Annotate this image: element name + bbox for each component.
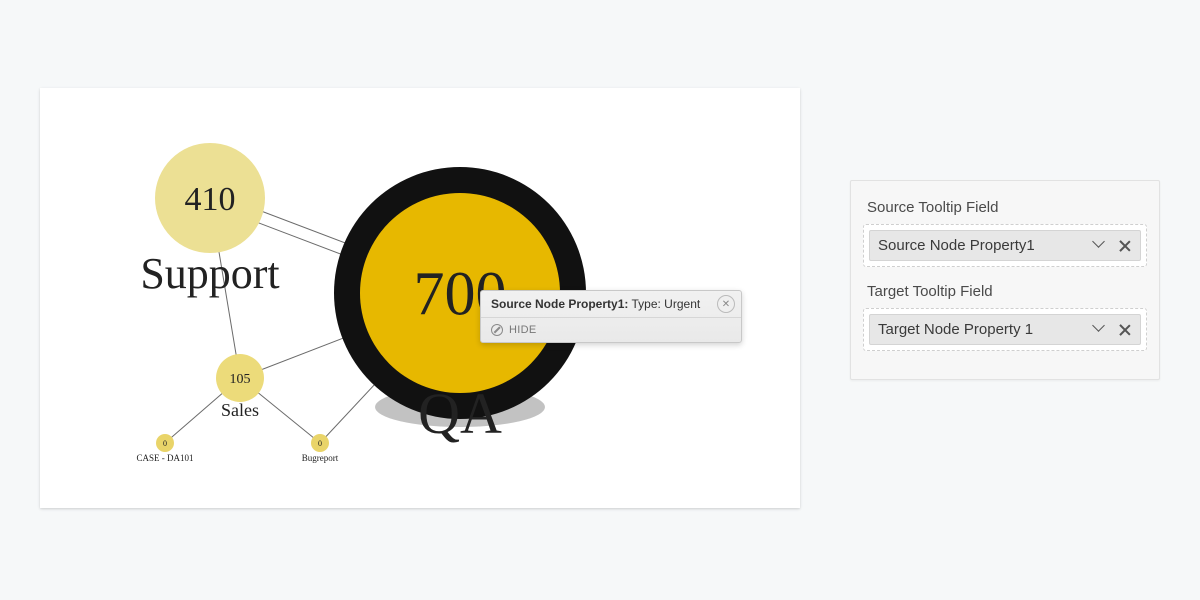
source-chip-label: Source Node Property1 [878, 237, 1035, 254]
node-value: 0 [318, 439, 322, 448]
source-tooltip-section-label: Source Tooltip Field [867, 199, 1143, 216]
chevron-down-icon[interactable] [1094, 323, 1108, 337]
target-tooltip-section-label: Target Tooltip Field [867, 283, 1143, 300]
remove-field-icon[interactable] [1118, 323, 1132, 337]
node-label: CASE - DA101 [136, 453, 193, 463]
node-label: QA [418, 381, 502, 446]
node-value: 0 [163, 439, 167, 448]
source-tooltip-field-well[interactable]: Source Node Property1 [863, 224, 1147, 267]
tooltip-header: Source Node Property1: Type: Urgent ✕ [481, 291, 741, 318]
ban-icon [491, 324, 503, 336]
tooltip-value: Type: Urgent [632, 297, 701, 311]
source-tooltip-field-chip[interactable]: Source Node Property1 [869, 230, 1141, 261]
node-label: Sales [221, 400, 259, 420]
tooltip-hide-label: HIDE [509, 324, 536, 336]
node-label: Support [140, 249, 279, 298]
target-chip-label: Target Node Property 1 [878, 321, 1033, 338]
remove-field-icon[interactable] [1118, 239, 1132, 253]
tooltip-hide-row[interactable]: HIDE [481, 318, 741, 342]
node-value: 105 [230, 372, 251, 387]
node-label: Bugreport [302, 453, 339, 463]
tooltip-key: Source Node Property1: [491, 297, 628, 311]
target-tooltip-field-chip[interactable]: Target Node Property 1 [869, 314, 1141, 345]
close-icon[interactable]: ✕ [717, 295, 735, 313]
node-value: 410 [185, 181, 236, 218]
node-tooltip: Source Node Property1: Type: Urgent ✕ HI… [480, 290, 742, 343]
target-tooltip-field-well[interactable]: Target Node Property 1 [863, 308, 1147, 351]
tooltip-fields-panel: Source Tooltip Field Source Node Propert… [850, 180, 1160, 380]
chevron-down-icon[interactable] [1094, 239, 1108, 253]
